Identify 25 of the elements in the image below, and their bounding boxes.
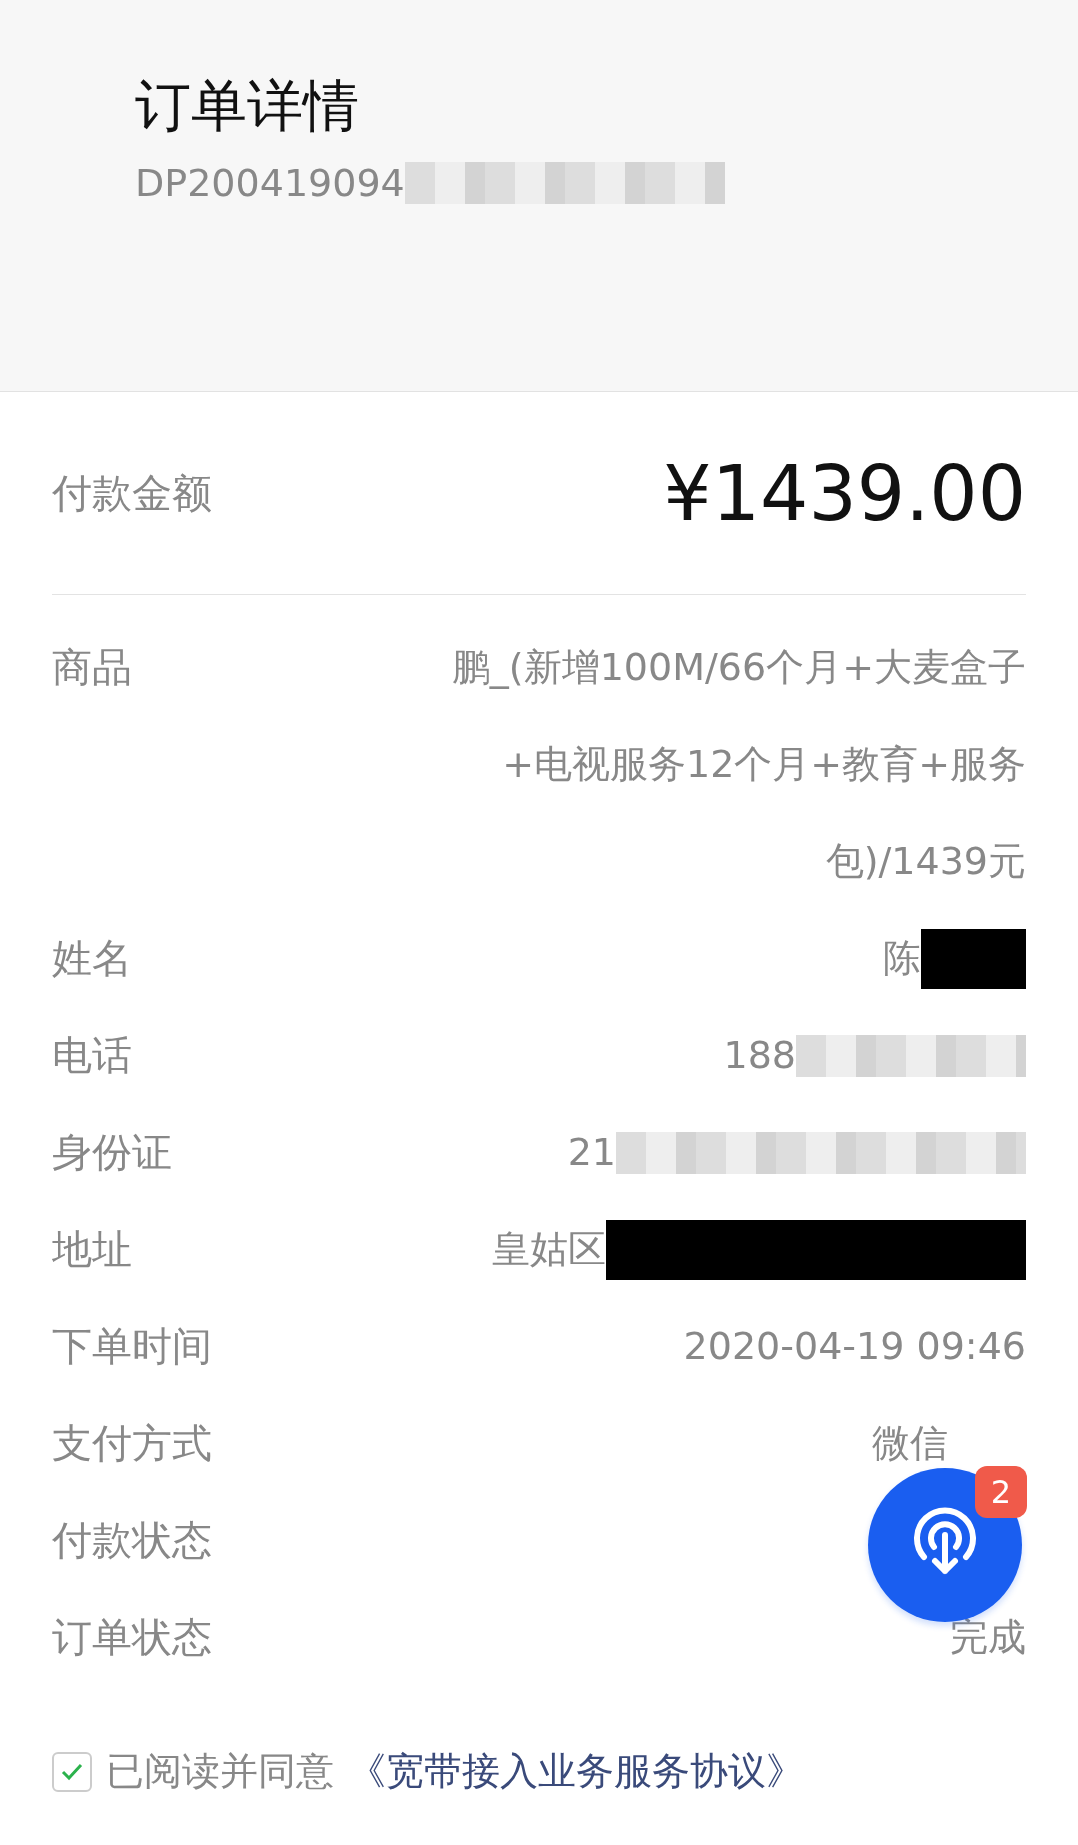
field-value: 2020-04-19 09:46	[683, 1323, 1026, 1370]
field-label: 姓名	[52, 934, 132, 983]
field-value: 鹏_(新增100M/66个月+大麦盒子+电视服务12个月+教育+服务包)/1439元	[450, 644, 1026, 885]
field-label: 付款状态	[52, 1516, 212, 1565]
field-label: 电话	[52, 1031, 132, 1080]
order-number: DP200419094	[135, 161, 405, 206]
field-value: 21	[567, 1129, 616, 1176]
field-value: 微信	[872, 1420, 948, 1467]
page-title: 订单详情	[135, 72, 359, 140]
field-label: 支付方式	[52, 1419, 212, 1468]
field-value: 完成	[950, 1614, 1026, 1661]
field-value: 188	[723, 1032, 796, 1079]
field-value: 皇姑区	[492, 1226, 606, 1273]
amount-value: ¥1439.00	[663, 448, 1026, 538]
field-value: 陈	[883, 935, 921, 982]
agree-checkbox[interactable]	[52, 1751, 92, 1792]
agreement-text: 已阅读并同意	[106, 1748, 334, 1795]
agreement-link[interactable]: 《宽带接入业务服务协议》	[348, 1746, 804, 1797]
field-label: 付款金额	[52, 468, 212, 518]
notification-badge: 2	[975, 1466, 1027, 1518]
field-label: 订单状态	[52, 1613, 212, 1662]
field-label: 身份证	[52, 1128, 172, 1177]
field-label: 下单时间	[52, 1322, 212, 1371]
field-label: 商品	[52, 643, 132, 692]
field-label: 地址	[52, 1225, 132, 1274]
